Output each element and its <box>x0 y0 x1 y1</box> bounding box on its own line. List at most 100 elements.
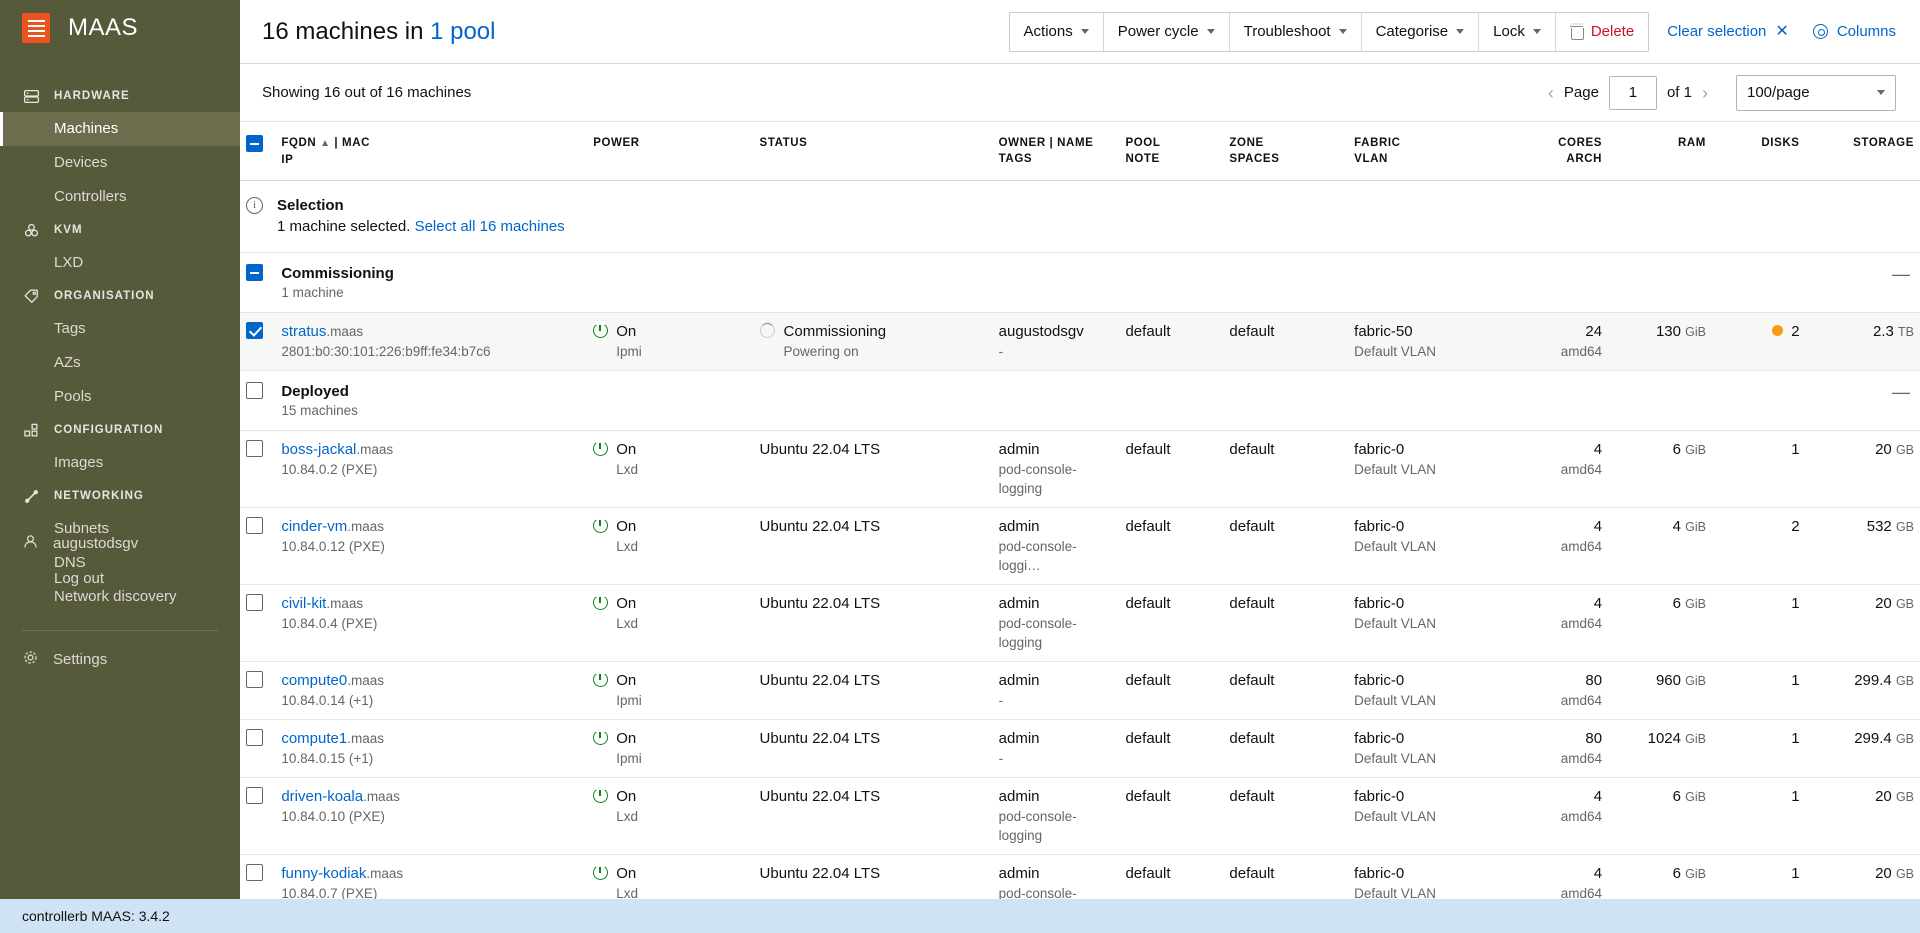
nav-section-label: NETWORKING <box>54 490 144 502</box>
row-storage-cell: 299.4 GB <box>1805 661 1920 720</box>
sidebar-item-user[interactable]: augustodsgv <box>0 525 240 562</box>
select-all-machines-link[interactable]: Select all 16 machines <box>415 218 565 235</box>
row-power-cell: On Ipmi <box>587 719 754 778</box>
machine-link[interactable]: civil-kit.maas <box>281 595 363 612</box>
machine-ip: 10.84.0.10 (PXE) <box>281 809 385 824</box>
power-on-icon <box>593 320 609 338</box>
row-checkbox[interactable] <box>246 594 263 611</box>
select-all-checkbox[interactable] <box>246 135 263 152</box>
machine-link[interactable]: funny-kodiak.maas <box>281 865 403 882</box>
machine-ip: 10.84.0.15 (+1) <box>281 751 374 766</box>
categorise-button[interactable]: Categorise <box>1361 12 1480 51</box>
col-disks[interactable]: DISKS <box>1712 122 1806 181</box>
row-ram-cell: 960 GiB <box>1608 661 1712 720</box>
col-owner[interactable]: OWNER | NAME TAGS <box>992 122 1120 181</box>
table-row[interactable]: driven-koala.maas 10.84.0.10 (PXE) On Lx… <box>240 777 1920 855</box>
group-checkbox[interactable] <box>246 382 263 399</box>
machine-status: Ubuntu 22.04 LTS <box>759 518 881 535</box>
group-header-deployed: Deployed 15 machines — <box>240 370 1920 431</box>
machine-link[interactable]: compute0.maas <box>281 672 384 689</box>
sidebar-item-controllers[interactable]: Controllers <box>0 180 240 214</box>
table-row[interactable]: stratus.maas 2801:b0:30:101:226:b9ff:fe3… <box>240 312 1920 371</box>
power-on-icon <box>593 727 609 745</box>
clear-selection-button[interactable]: Clear selection ✕ <box>1649 23 1799 40</box>
sidebar-item-machines[interactable]: Machines <box>0 112 240 146</box>
machine-link[interactable]: stratus.maas <box>281 323 363 340</box>
power-on-icon <box>593 438 609 456</box>
sidebar-item-pools[interactable]: Pools <box>0 380 240 414</box>
row-status-cell: Ubuntu 22.04 LTS <box>753 507 993 585</box>
columns-button[interactable]: Columns <box>1799 23 1896 40</box>
col-fabric[interactable]: FABRIC VLAN <box>1348 122 1494 181</box>
sidebar-item-images[interactable]: Images <box>0 446 240 480</box>
machine-domain: .maas <box>347 519 384 534</box>
lock-button[interactable]: Lock <box>1479 12 1556 51</box>
col-cores-label: CORES <box>1558 137 1603 149</box>
row-checkbox[interactable] <box>246 671 263 688</box>
per-page-select[interactable]: 100/page <box>1736 74 1896 111</box>
machine-link[interactable]: cinder-vm.maas <box>281 518 384 535</box>
brand[interactable]: MAAS <box>0 0 240 56</box>
minus-icon[interactable]: — <box>1812 382 1914 403</box>
row-checkbox[interactable] <box>246 440 263 457</box>
col-ram[interactable]: RAM <box>1608 122 1712 181</box>
machine-arch: amd64 <box>1560 616 1603 631</box>
col-fqdn[interactable]: FQDN ▲ | MAC IP <box>275 122 588 181</box>
power-cycle-button[interactable]: Power cycle <box>1103 12 1230 51</box>
col-fqdn-label: FQDN <box>281 137 317 149</box>
spinner-icon <box>759 323 775 338</box>
page-input[interactable] <box>1608 75 1657 110</box>
table-row[interactable]: boss-jackal.maas 10.84.0.2 (PXE) On Lxd … <box>240 430 1920 508</box>
row-checkbox[interactable] <box>246 322 263 339</box>
machine-fabric: fabric-0 <box>1354 672 1405 689</box>
pool-link[interactable]: 1 pool <box>430 18 495 45</box>
row-ram-cell: 4 GiB <box>1608 507 1712 585</box>
sidebar-item-lxd[interactable]: LXD <box>0 246 240 280</box>
sidebar-item-devices[interactable]: Devices <box>0 146 240 180</box>
minus-icon[interactable]: — <box>1812 264 1914 285</box>
row-checkbox[interactable] <box>246 787 263 804</box>
col-storage[interactable]: STORAGE <box>1805 122 1920 181</box>
nav-section-configuration: CONFIGURATION <box>0 414 240 446</box>
chevron-right-icon[interactable]: › <box>1702 84 1708 102</box>
machine-ip: 10.84.0.4 (PXE) <box>281 616 378 631</box>
row-checkbox-cell <box>240 719 276 778</box>
col-zone[interactable]: ZONE SPACES <box>1223 122 1349 181</box>
power-state: On <box>616 672 637 689</box>
machine-domain: .maas <box>363 789 400 804</box>
pagination: ‹ Page of 1 › 100/page <box>1548 74 1896 111</box>
row-checkbox[interactable] <box>246 517 263 534</box>
table-row[interactable]: compute0.maas 10.84.0.14 (+1) On Ipmi Ub… <box>240 661 1920 720</box>
chevron-left-icon[interactable]: ‹ <box>1548 84 1554 102</box>
per-page-value: 100/page <box>1747 84 1810 101</box>
row-checkbox[interactable] <box>246 864 263 881</box>
actions-button[interactable]: Actions <box>1009 12 1104 51</box>
machine-hostname: compute1 <box>281 730 348 747</box>
sidebar-item-logout[interactable]: Log out <box>0 562 240 596</box>
table-row[interactable]: civil-kit.maas 10.84.0.4 (PXE) On Lxd Ub… <box>240 584 1920 662</box>
power-on-icon <box>593 785 609 803</box>
power-state: On <box>616 865 637 882</box>
col-spaces-label: SPACES <box>1229 153 1280 165</box>
row-checkbox-cell <box>240 312 276 371</box>
delete-button[interactable]: Delete <box>1555 12 1649 51</box>
col-power[interactable]: POWER <box>587 122 754 181</box>
row-zone-cell: default <box>1223 719 1349 778</box>
table-row[interactable]: compute1.maas 10.84.0.15 (+1) On Ipmi Ub… <box>240 719 1920 778</box>
col-pool[interactable]: POOL NOTE <box>1119 122 1224 181</box>
troubleshoot-button[interactable]: Troubleshoot <box>1229 12 1362 51</box>
machine-link[interactable]: boss-jackal.maas <box>281 441 393 458</box>
col-owner-label: OWNER | NAME <box>998 137 1094 149</box>
row-checkbox[interactable] <box>246 729 263 746</box>
col-note-label: NOTE <box>1125 153 1160 165</box>
machine-link[interactable]: compute1.maas <box>281 730 384 747</box>
col-status[interactable]: STATUS <box>753 122 993 181</box>
sidebar-item-azs[interactable]: AZs <box>0 346 240 380</box>
table-row[interactable]: cinder-vm.maas 10.84.0.12 (PXE) On Lxd U… <box>240 507 1920 585</box>
col-cores[interactable]: CORES ARCH <box>1493 122 1609 181</box>
sidebar-item-tags[interactable]: Tags <box>0 312 240 346</box>
machine-link[interactable]: driven-koala.maas <box>281 788 399 805</box>
group-checkbox[interactable] <box>246 264 263 281</box>
machine-fabric: fabric-50 <box>1354 323 1413 340</box>
machine-hostname: cinder-vm <box>281 518 348 535</box>
